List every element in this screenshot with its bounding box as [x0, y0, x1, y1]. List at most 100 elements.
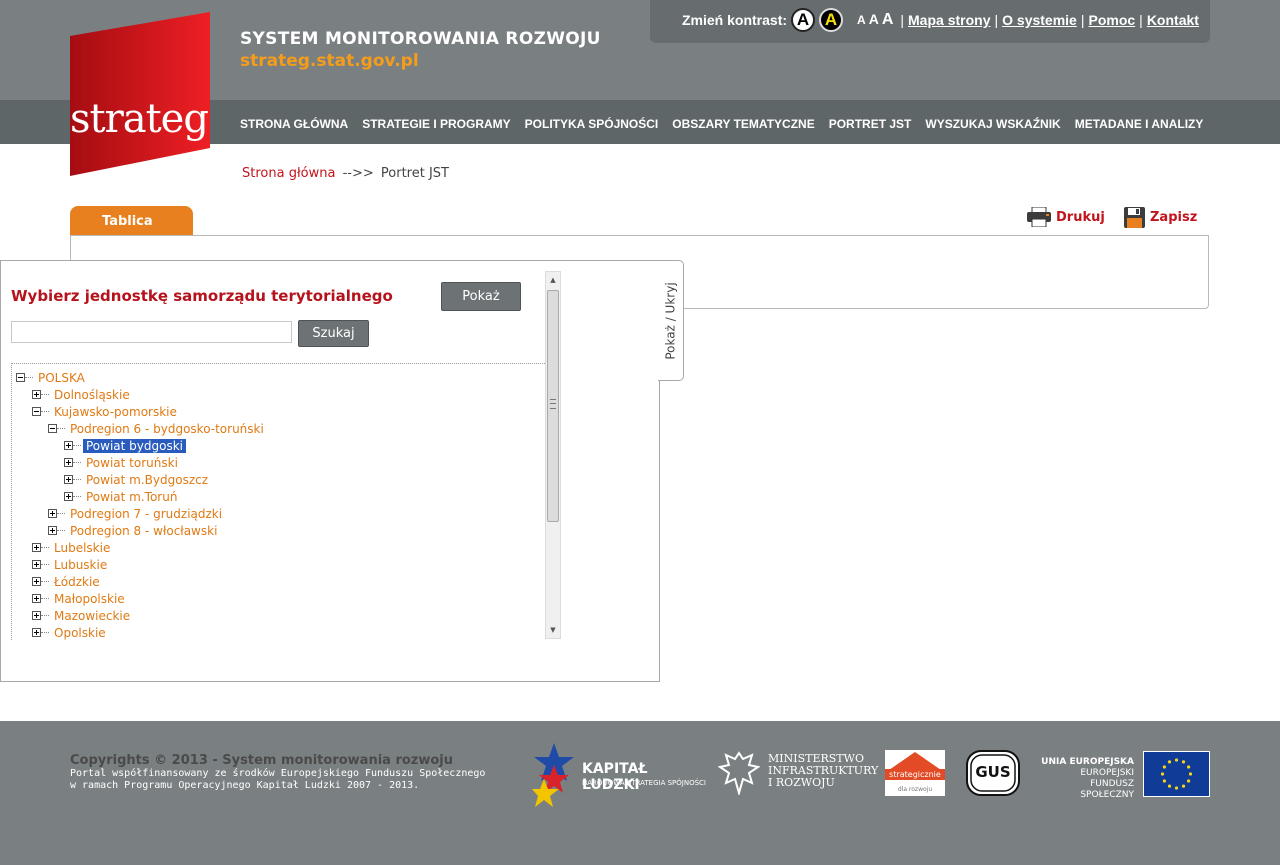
tree-node-label[interactable]: Podregion 6 - bydgosko-toruński — [67, 422, 267, 436]
contact-link[interactable]: Kontakt — [1147, 12, 1199, 28]
kapital-ludzki-subtitle: NARODOWA STRATEGIA SPÓJNOŚCI — [582, 779, 706, 787]
help-link[interactable]: Pomoc — [1088, 12, 1135, 28]
footer-note-line: Portal współfinansowany ze środków Europ… — [70, 768, 486, 779]
tree-node-label[interactable]: Powiat toruński — [83, 456, 181, 470]
tree-node[interactable]: Małopolskie — [32, 590, 128, 607]
tree-node[interactable]: Powiat toruński — [64, 454, 181, 471]
font-size-medium-button[interactable]: A — [869, 11, 879, 27]
expand-plus-icon[interactable] — [32, 543, 41, 552]
nav-item-cohesion-policy[interactable]: POLITYKA SPÓJNOŚCI — [525, 117, 659, 131]
save-label: Zapisz — [1150, 210, 1198, 225]
font-size-large-button[interactable]: A — [882, 11, 894, 29]
expand-plus-icon[interactable] — [32, 560, 41, 569]
tree-connector — [57, 428, 65, 429]
printer-icon — [1027, 207, 1051, 227]
tree-node-label[interactable]: Kujawsko-pomorskie — [51, 405, 180, 419]
nav-item-search-indicator[interactable]: WYSZUKAJ WSKAŹNIK — [925, 117, 1060, 131]
tree-connector — [57, 513, 65, 514]
tree-connector — [73, 462, 81, 463]
search-button[interactable]: Szukaj — [298, 320, 369, 347]
tree-node-label[interactable]: Łódzkie — [51, 575, 103, 589]
expand-plus-icon[interactable] — [32, 390, 41, 399]
tree-node-label[interactable]: Dolnośląskie — [51, 388, 133, 402]
tree-node-label[interactable]: Opolskie — [51, 626, 109, 640]
strateg-logo[interactable]: strateg — [70, 12, 210, 176]
tree-connector — [73, 445, 81, 446]
save-button[interactable]: Zapisz — [1124, 207, 1197, 228]
contrast-normal-button[interactable]: A — [791, 8, 816, 32]
tree-node[interactable]: Kujawsko-pomorskie — [32, 403, 180, 420]
expand-plus-icon[interactable] — [32, 577, 41, 586]
collapse-minus-icon[interactable] — [16, 373, 25, 382]
expand-plus-icon[interactable] — [32, 611, 41, 620]
search-input[interactable] — [11, 321, 292, 343]
tree-node-label[interactable]: Lubuskie — [51, 558, 110, 572]
expand-plus-icon[interactable] — [32, 594, 41, 603]
expand-plus-icon[interactable] — [48, 526, 57, 535]
ministry-logo[interactable]: MINISTERSTWO INFRASTRUKTURY I ROZWOJU — [718, 749, 878, 799]
tree-node[interactable]: Dolnośląskie — [32, 386, 133, 403]
expand-plus-icon[interactable] — [64, 492, 73, 501]
tree-node-label[interactable]: POLSKA — [35, 371, 88, 385]
breadcrumb-home-link[interactable]: Strona główna — [242, 166, 335, 181]
contrast-label: Zmień kontrast: — [682, 12, 788, 28]
contrast-high-button[interactable]: A — [819, 8, 844, 32]
tree-node[interactable]: POLSKA — [16, 369, 88, 386]
print-button[interactable]: Drukuj — [1027, 207, 1105, 227]
expand-plus-icon[interactable] — [48, 509, 57, 518]
nav-item-home[interactable]: STRONA GŁÓWNA — [240, 117, 348, 131]
tree-node-label[interactable]: Podregion 7 - grudziądzki — [67, 507, 225, 521]
tree-scrollbar[interactable]: ▲ ▼ — [545, 271, 561, 639]
nav-item-portret-jst[interactable]: PORTRET JST — [829, 117, 912, 131]
eu-line: EUROPEJSKI — [1080, 768, 1134, 778]
tree-node-label[interactable]: Lubelskie — [51, 541, 113, 555]
tree-node[interactable]: Podregion 7 - grudziądzki — [48, 505, 225, 522]
tree-node[interactable]: Podregion 8 - włocławski — [48, 522, 220, 539]
about-link[interactable]: O systemie — [1002, 12, 1077, 28]
nav-item-metadata[interactable]: METADANE I ANALIZY — [1075, 117, 1204, 131]
sitemap-link[interactable]: Mapa strony — [908, 12, 990, 28]
panel-toggle-tab[interactable]: Pokaż / Ukryj — [658, 260, 684, 381]
kapital-ludzki-logo[interactable]: KAPITAŁ LUDZKI NARODOWA STRATEGIA SPÓJNO… — [532, 741, 707, 807]
tree-node-label[interactable]: Małopolskie — [51, 592, 128, 606]
strategicznie-logo[interactable]: strategicznie dla rozwoju — [885, 750, 945, 796]
main-menu: STRONA GŁÓWNA STRATEGIE I PROGRAMY POLIT… — [240, 117, 1217, 131]
tree-node[interactable]: Mazowieckie — [32, 607, 133, 624]
tree-node[interactable]: Lubelskie — [32, 539, 113, 556]
tree-node-label[interactable]: Powiat m.Toruń — [83, 490, 180, 504]
tree-node-label-selected[interactable]: Powiat bydgoski — [83, 438, 187, 453]
expand-plus-icon[interactable] — [32, 628, 41, 637]
tree-node[interactable]: Powiat m.Toruń — [64, 488, 180, 505]
tree-node[interactable]: Powiat bydgoski — [64, 437, 187, 454]
font-size-small-button[interactable]: A — [857, 13, 866, 27]
footer: Copyrights © 2013 - System monitorowania… — [0, 721, 1280, 865]
tree-node-label[interactable]: Powiat m.Bydgoszcz — [83, 473, 211, 487]
tab-tablica[interactable]: Tablica — [70, 206, 193, 236]
site-title: SYSTEM MONITOROWANIA ROZWOJU — [240, 29, 601, 49]
tree-node[interactable]: Opolskie — [32, 624, 109, 640]
tree-node[interactable]: Powiat m.Bydgoszcz — [64, 471, 211, 488]
tree-node[interactable]: Lubuskie — [32, 556, 110, 573]
tree-node-label[interactable]: Mazowieckie — [51, 609, 133, 623]
tree-connector — [41, 581, 49, 582]
expand-plus-icon[interactable] — [64, 441, 73, 450]
tree-node[interactable]: Podregion 6 - bydgosko-toruński — [48, 420, 267, 437]
collapse-minus-icon[interactable] — [48, 424, 57, 433]
expand-plus-icon[interactable] — [64, 458, 73, 467]
grip-icon — [550, 399, 556, 409]
scroll-down-arrow-icon[interactable]: ▼ — [546, 622, 560, 638]
collapse-minus-icon[interactable] — [32, 407, 41, 416]
territorial-unit-tree: POLSKA Dolnośląskie Kujawsko-pomorskie Podr… — [11, 363, 545, 640]
site-url[interactable]: strateg.stat.gov.pl — [240, 51, 419, 71]
nav-item-strategies[interactable]: STRATEGIE I PROGRAMY — [362, 117, 510, 131]
nav-item-thematic-areas[interactable]: OBSZARY TEMATYCZNE — [672, 117, 814, 131]
tree-node[interactable]: Łódzkie — [32, 573, 103, 590]
gus-logo[interactable]: GUS — [966, 750, 1020, 796]
scroll-thumb[interactable] — [547, 290, 559, 522]
scroll-up-arrow-icon[interactable]: ▲ — [546, 272, 560, 288]
tree-node-label[interactable]: Podregion 8 - włocławski — [67, 524, 220, 538]
footer-note: Portal współfinansowany ze środków Europ… — [70, 768, 485, 792]
eu-logo[interactable]: UNIA EUROPEJSKA EUROPEJSKI FUNDUSZ SPOŁE… — [1036, 751, 1210, 800]
expand-plus-icon[interactable] — [64, 475, 73, 484]
show-button[interactable]: Pokaż — [441, 282, 521, 311]
